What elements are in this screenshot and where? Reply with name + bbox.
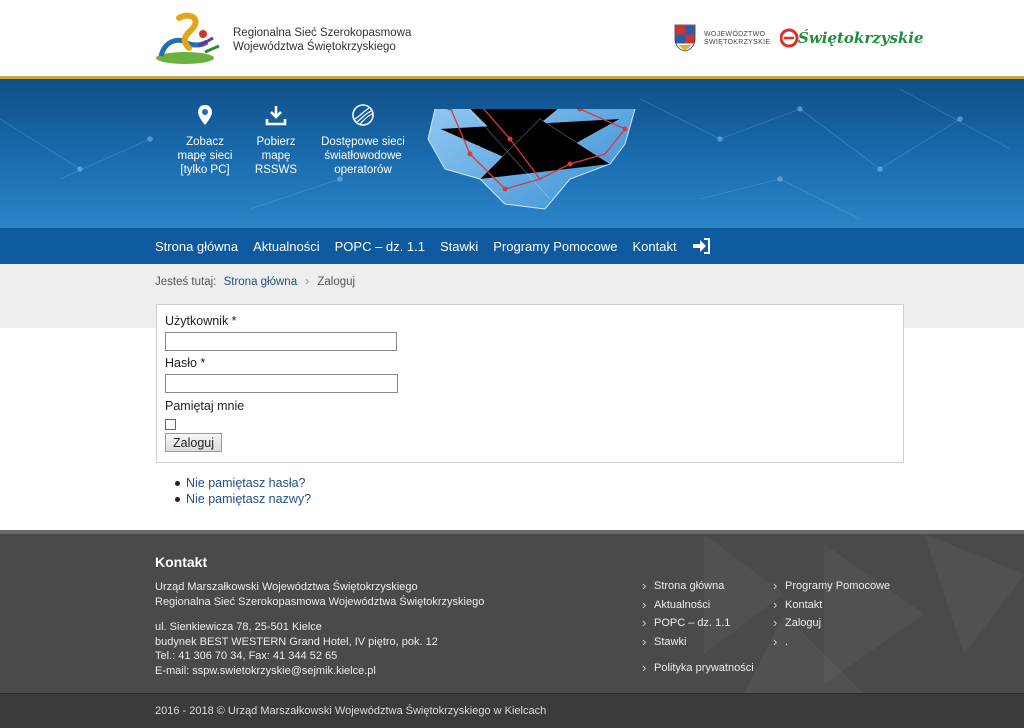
- email-line[interactable]: E-mail: sspw.swietokrzyskie@sejmik.kielc…: [155, 664, 438, 679]
- login-submit-button[interactable]: Zaloguj: [165, 433, 222, 452]
- quick-link-line: RSSWS: [254, 164, 298, 176]
- phone-line: Tel.: 41 306 70 34, Fax: 41 344 52 65: [155, 650, 338, 662]
- main-navigation: Strona główna Aktualności POPC – dz. 1.1…: [0, 228, 1024, 264]
- org-line: Regionalna Sieć Szerokopasmowa Województ…: [155, 595, 485, 608]
- e-swietokrzyskie-text: Świętokrzyskie: [798, 29, 924, 47]
- footer-link-contact[interactable]: Kontakt: [773, 597, 890, 618]
- password-input[interactable]: [165, 374, 398, 393]
- quick-link-line: mapę sieci: [177, 150, 233, 162]
- download-icon: [265, 106, 287, 126]
- login-form: Użytkownik * Hasło * Pamiętaj mnie Zalog…: [156, 304, 904, 463]
- view-network-map-link[interactable]: Zobacz mapę sieci [tylko PC]: [173, 103, 237, 177]
- download-map-link[interactable]: Pobierz mapę RSSWS: [246, 103, 306, 177]
- breadcrumb-separator: ›: [305, 276, 310, 288]
- footer-address: ul. Sienkiewicza 78, 25-501 Kielce budyn…: [155, 620, 438, 678]
- operators-fiber-networks-link[interactable]: Dostępowe sieci światłowodowe operatorów: [318, 103, 408, 177]
- nav-home[interactable]: Strona główna: [155, 239, 238, 254]
- nav-contact[interactable]: Kontakt: [633, 239, 677, 254]
- woj-line-2: ŚWIĘTOKRZYSKIE: [704, 39, 771, 46]
- footer-links-col-2: Programy Pomocowe Kontakt Zaloguj .: [773, 578, 890, 655]
- footer-link-login[interactable]: Zaloguj: [773, 615, 890, 636]
- quick-link-line: operatorów: [334, 164, 392, 176]
- copyright-text: 2016 - 2018 © Urząd Marszałkowski Wojewó…: [155, 705, 547, 717]
- sign-in-icon[interactable]: [692, 238, 710, 254]
- footer-link-privacy-policy[interactable]: Polityka prywatności: [642, 660, 754, 681]
- quick-link-line: światłowodowe: [324, 150, 402, 162]
- footer-link-rates[interactable]: Stawki: [642, 634, 730, 655]
- nav-news[interactable]: Aktualności: [253, 239, 319, 254]
- fiber-optic-icon: [352, 104, 374, 126]
- address-line: ul. Sienkiewicza 78, 25-501 Kielce: [155, 621, 322, 633]
- region-map-icon: [427, 109, 636, 210]
- remember-me-checkbox[interactable]: [165, 419, 176, 430]
- footer-link-home[interactable]: Strona główna: [642, 578, 730, 599]
- hero-banner: Zobacz mapę sieci [tylko PC] Pobierz map…: [0, 79, 1024, 228]
- footer-link-dot[interactable]: .: [773, 634, 890, 655]
- footer-links-privacy: Polityka prywatności: [642, 660, 754, 681]
- account-help-links: Nie pamiętasz hasła? Nie pamiętasz nazwy…: [174, 475, 311, 507]
- footer-bottom-bar: 2016 - 2018 © Urząd Marszałkowski Wojewó…: [0, 693, 1024, 728]
- quick-link-line: Dostępowe sieci: [321, 136, 405, 148]
- username-label: Użytkownik *: [165, 314, 237, 328]
- brand-line-2: Województwa Świętokrzyskiego: [233, 41, 396, 53]
- list-item: Nie pamiętasz hasła?: [174, 475, 311, 491]
- footer-contact-title: Kontakt: [155, 554, 208, 570]
- site-brand-name[interactable]: Regionalna Sieć Szerokopasmowa Województ…: [233, 26, 411, 54]
- site-logo-icon[interactable]: [155, 12, 225, 67]
- quick-link-line: Zobacz: [186, 136, 224, 148]
- nav-rates[interactable]: Stawki: [440, 239, 478, 254]
- org-line: Urząd Marszałkowski Województwa Świętokr…: [155, 581, 418, 593]
- voivodeship-crest-icon[interactable]: [674, 24, 696, 52]
- footer-link-aid-programs[interactable]: Programy Pomocowe: [773, 578, 890, 599]
- site-header: Regionalna Sieć Szerokopasmowa Województ…: [0, 0, 1024, 78]
- footer-link-news[interactable]: Aktualności: [642, 597, 730, 618]
- woj-line-1: WOJEWÓDZTWO: [704, 31, 766, 38]
- footer-links-col-1: Strona główna Aktualności POPC – dz. 1.1…: [642, 578, 730, 655]
- forgot-password-link[interactable]: Nie pamiętasz hasła?: [186, 476, 306, 490]
- quick-link-line: Pobierz: [256, 136, 296, 148]
- remember-me-label: Pamiętaj mnie: [165, 399, 245, 413]
- footer-org-name: Urząd Marszałkowski Województwa Świętokr…: [155, 580, 484, 609]
- brand-line-1: Regionalna Sieć Szerokopasmowa: [233, 27, 412, 39]
- address-line: budynek BEST WESTERN Grand Hotel, IV pię…: [155, 635, 438, 648]
- nav-aid-programs[interactable]: Programy Pomocowe: [493, 239, 617, 254]
- nav-popc[interactable]: POPC – dz. 1.1: [335, 239, 425, 254]
- breadcrumb: Jesteś tutaj: Strona główna › Zaloguj: [155, 276, 355, 288]
- map-pin-icon: [198, 105, 212, 125]
- voivodeship-label[interactable]: WOJEWÓDZTWO ŚWIĘTOKRZYSKIE: [704, 31, 770, 47]
- quick-link-line: [tylko PC]: [180, 164, 230, 176]
- list-item: Nie pamiętasz nazwy?: [174, 491, 311, 507]
- footer-link-popc[interactable]: POPC – dz. 1.1: [642, 615, 730, 636]
- username-input[interactable]: [165, 332, 397, 351]
- quick-link-line: mapę: [261, 150, 291, 162]
- password-label: Hasło *: [165, 356, 206, 370]
- breadcrumb-home-link[interactable]: Strona główna: [224, 276, 298, 288]
- breadcrumb-prefix: Jesteś tutaj:: [155, 276, 217, 288]
- forgot-username-link[interactable]: Nie pamiętasz nazwy?: [186, 492, 311, 506]
- breadcrumb-current: Zaloguj: [317, 276, 356, 288]
